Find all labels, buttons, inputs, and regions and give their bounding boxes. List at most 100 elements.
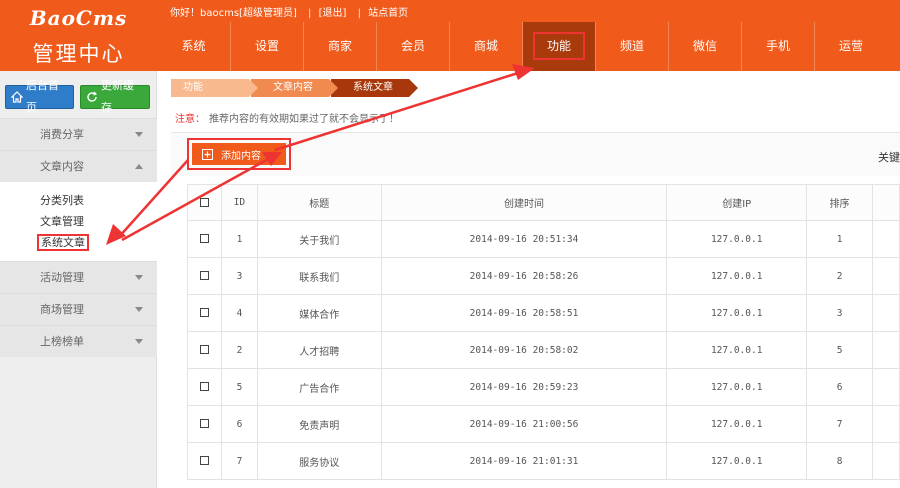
- row-checkbox[interactable]: [199, 308, 209, 317]
- table-row: 6 免责声明 2014-09-16 21:00:56 127.0.0.1 7: [187, 405, 900, 443]
- nav-label: 系统: [181, 39, 206, 53]
- nav-item-merchant[interactable]: 商家: [303, 22, 376, 71]
- nav-label: 功能: [532, 32, 585, 60]
- row-id: 3: [220, 257, 258, 295]
- quick-buttons: 后台首页 更新缓存: [5, 79, 150, 114]
- row-checkbox[interactable]: [199, 456, 209, 465]
- header-created-ip: 创建IP: [666, 184, 808, 221]
- sidebar-menu: 消费分享 文章内容 分类列表 文章管理 系统文章 活动管理 商场管理 上榜榜单: [0, 118, 157, 357]
- chevron-down-icon: [135, 275, 143, 280]
- refresh-cache-button[interactable]: 更新缓存: [80, 79, 150, 114]
- breadcrumb: 功能 文章内容 系统文章: [171, 79, 418, 97]
- menu-group-consumption-share[interactable]: 消费分享: [0, 118, 157, 150]
- sub-item-category-list[interactable]: 分类列表: [0, 190, 157, 211]
- nav-item-mall[interactable]: 商城: [449, 22, 522, 71]
- row-checkbox[interactable]: [199, 419, 209, 428]
- separator: |: [308, 8, 312, 19]
- article-table: ID 标题 创建时间 创建IP 排序 1 关于我们 2014-09-16 20:…: [187, 184, 900, 480]
- separator: |: [357, 8, 361, 19]
- breadcrumb-function[interactable]: 功能: [171, 79, 258, 97]
- nav-label: 商家: [327, 39, 352, 53]
- nav-item-mobile[interactable]: 手机: [741, 22, 814, 71]
- row-checkbox[interactable]: [199, 271, 209, 280]
- row-id: 4: [220, 294, 258, 332]
- logo-subtitle: 管理中心: [32, 42, 125, 66]
- chevron-up-icon: [135, 164, 143, 169]
- home-button[interactable]: 后台首页: [5, 79, 74, 114]
- row-title: 广告合作: [256, 368, 382, 406]
- row-extra: [872, 405, 900, 443]
- row-order: 2: [806, 257, 874, 295]
- row-extra: [872, 368, 900, 406]
- row-checkbox[interactable]: [199, 382, 209, 391]
- breadcrumb-article-content[interactable]: 文章内容: [251, 79, 338, 97]
- nav-label: 设置: [254, 39, 279, 53]
- menu-group-activity[interactable]: 活动管理: [0, 261, 157, 293]
- nav-item-channel[interactable]: 频道: [595, 22, 668, 71]
- sub-item-system-article[interactable]: 系统文章: [0, 232, 157, 253]
- sub-item-label: 文章管理: [40, 215, 84, 228]
- row-title: 媒体合作: [256, 294, 382, 332]
- row-id: 5: [220, 368, 258, 406]
- row-order: 8: [806, 442, 874, 480]
- row-title: 关于我们: [256, 220, 382, 258]
- row-ip: 127.0.0.1: [666, 294, 808, 332]
- row-order: 3: [806, 294, 874, 332]
- table-row: 1 关于我们 2014-09-16 20:51:34 127.0.0.1 1: [187, 220, 900, 258]
- nav-label: 会员: [400, 39, 425, 53]
- menu-group-mall-manage[interactable]: 商场管理: [0, 293, 157, 325]
- nav-item-wechat[interactable]: 微信: [668, 22, 741, 71]
- notice-label: 注意：: [175, 114, 205, 125]
- table-row: 4 媒体合作 2014-09-16 20:58:51 127.0.0.1 3: [187, 294, 900, 332]
- add-content-highlight: 添加内容: [187, 138, 291, 170]
- nav-label: 商城: [473, 39, 498, 53]
- nav-item-operation[interactable]: 运营: [814, 22, 887, 71]
- nav-label: 手机: [765, 39, 790, 53]
- row-ip: 127.0.0.1: [666, 368, 808, 406]
- site-home-link[interactable]: 站点首页: [368, 8, 408, 19]
- row-time: 2014-09-16 20:59:23: [380, 368, 668, 406]
- keyword-label: 关键: [878, 151, 900, 164]
- row-checkbox[interactable]: [199, 345, 209, 354]
- row-checkbox[interactable]: [199, 234, 209, 243]
- menu-group-label: 商场管理: [40, 303, 84, 316]
- toolbar: 添加内容 关键: [171, 132, 900, 176]
- nav-item-member[interactable]: 会员: [376, 22, 449, 71]
- row-order: 1: [806, 220, 874, 258]
- nav-item-settings[interactable]: 设置: [230, 22, 303, 71]
- table-header-row: ID 标题 创建时间 创建IP 排序: [187, 184, 900, 221]
- header-created-time: 创建时间: [380, 184, 668, 221]
- row-id: 6: [220, 405, 258, 443]
- nav-item-system[interactable]: 系统: [157, 22, 230, 71]
- select-all-checkbox[interactable]: [199, 197, 209, 207]
- menu-group-ranking[interactable]: 上榜榜单: [0, 325, 157, 357]
- row-title: 联系我们: [256, 257, 382, 295]
- row-time: 2014-09-16 21:01:31: [380, 442, 668, 480]
- add-content-button[interactable]: 添加内容: [192, 143, 286, 165]
- header-order: 排序: [806, 184, 874, 221]
- nav-item-function[interactable]: 功能: [522, 22, 595, 71]
- row-time: 2014-09-16 20:51:34: [380, 220, 668, 258]
- row-ip: 127.0.0.1: [666, 220, 808, 258]
- row-extra: [872, 220, 900, 258]
- header-id: ID: [220, 184, 258, 221]
- row-order: 7: [806, 405, 874, 443]
- menu-group-label: 文章内容: [40, 160, 84, 173]
- logo[interactable]: BaoCms 管理中心: [0, 0, 157, 71]
- row-ip: 127.0.0.1: [666, 257, 808, 295]
- notice-text: 推荐内容的有效期如果过了就不会显示了！: [209, 114, 399, 125]
- header-title: 标题: [256, 184, 382, 221]
- row-time: 2014-09-16 20:58:02: [380, 331, 668, 369]
- table-row: 7 服务协议 2014-09-16 21:01:31 127.0.0.1 8: [187, 442, 900, 480]
- header: BaoCms 管理中心 你好！baocms[超级管理员] | [退出] | 站点…: [0, 0, 900, 71]
- sub-item-article-manage[interactable]: 文章管理: [0, 211, 157, 232]
- nav-label: 运营: [838, 39, 863, 53]
- logout-link[interactable]: [退出]: [319, 8, 347, 19]
- nav-label: 微信: [692, 39, 717, 53]
- table-row: 5 广告合作 2014-09-16 20:59:23 127.0.0.1 6: [187, 368, 900, 406]
- greeting-text: 你好！baocms[超级管理员]: [170, 8, 297, 19]
- menu-group-article-content[interactable]: 文章内容: [0, 150, 157, 182]
- sub-item-label: 系统文章: [37, 234, 89, 251]
- row-order: 6: [806, 368, 874, 406]
- row-title: 人才招聘: [256, 331, 382, 369]
